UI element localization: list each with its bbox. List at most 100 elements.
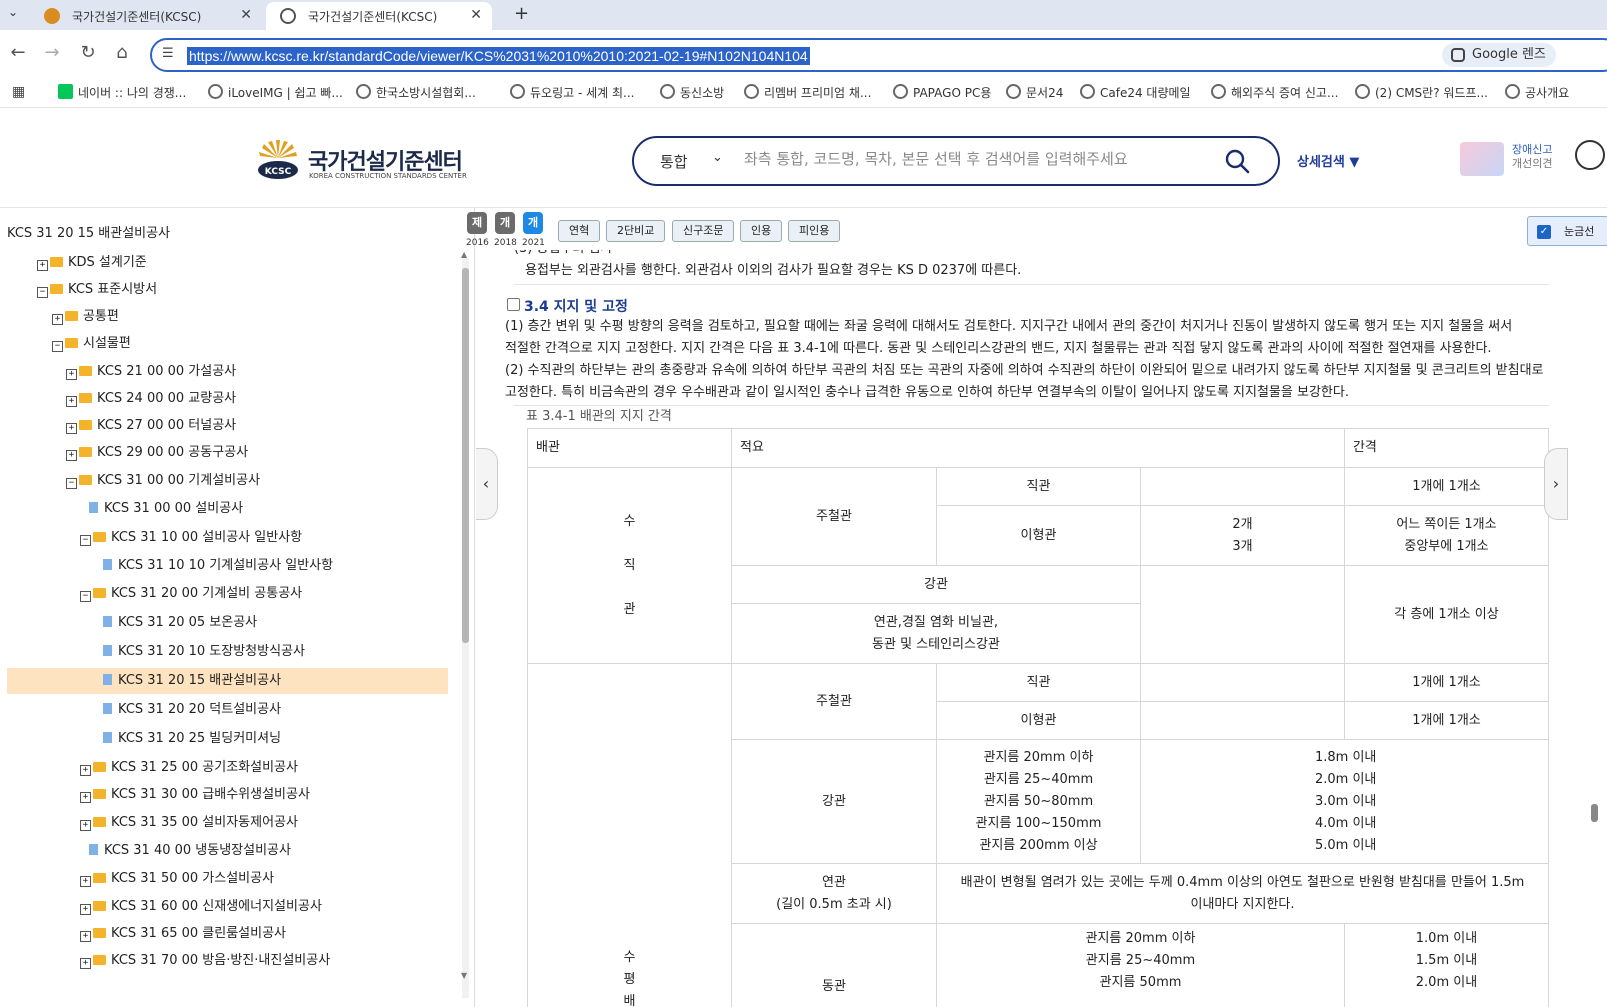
gridline-toggle[interactable]: ✓ 눈금선 [1527, 216, 1607, 246]
close-tab-icon[interactable]: ✕ [240, 7, 252, 23]
apps-grid-icon[interactable]: ▦ [12, 84, 25, 100]
expand-icon[interactable]: + [80, 876, 91, 887]
collapse-icon[interactable]: − [80, 535, 91, 546]
expand-icon[interactable]: + [80, 931, 91, 942]
url-text[interactable]: https://www.kcsc.re.kr/standardCode/view… [187, 47, 810, 65]
kcsc-logo-icon[interactable]: KCSC [256, 140, 300, 180]
browser-tab-1[interactable]: 국가건설기준센터(KCSC) ✕ [30, 2, 262, 30]
bookmark-item[interactable]: 한국소방시설협회... [356, 84, 476, 101]
site-header: KCSC 국가건설기준센터 KOREA CONSTRUCTION STANDAR… [0, 108, 1607, 208]
content-scroll-thumb[interactable] [1591, 804, 1598, 822]
bookmark-item[interactable]: 해외주식 증여 신고... [1211, 84, 1338, 101]
tree-item[interactable]: KCS 31 20 05 보온공사 [7, 610, 448, 636]
tree-item[interactable]: + KCS 31 50 00 가스설비공사 [7, 866, 448, 892]
expand-icon[interactable]: + [66, 423, 77, 434]
tree-item[interactable]: + KDS 설계기준 [7, 250, 448, 276]
expand-icon[interactable]: + [80, 765, 91, 776]
search-icon[interactable] [1224, 148, 1250, 174]
tab-list-chevron-icon[interactable]: ⌄ [8, 5, 18, 19]
tree-item[interactable]: + KCS 29 00 00 공동구공사 [7, 440, 448, 466]
bookmark-item[interactable]: PAPAGO PC용 [893, 84, 991, 101]
tree-item[interactable]: + KCS 31 30 00 급배수위생설비공사 [7, 782, 448, 808]
site-info-icon[interactable]: ☰ [162, 46, 174, 61]
back-icon[interactable]: ← [6, 42, 30, 63]
expand-icon[interactable]: + [37, 260, 48, 271]
reload-icon[interactable]: ↻ [76, 42, 100, 63]
toolbar-button[interactable]: 신구조문 [672, 220, 735, 242]
tree-item[interactable]: + KCS 27 00 00 터널공사 [7, 413, 448, 439]
tree-item[interactable]: KCS 31 10 10 기계설비공사 일반사항 [7, 553, 448, 579]
tree-item[interactable]: KCS 31 20 15 배관설비공사 [7, 668, 448, 694]
toolbar-button[interactable]: 2단비교 [606, 220, 666, 242]
expand-icon[interactable]: + [80, 958, 91, 969]
version-badge[interactable]: 개 [523, 212, 543, 234]
gridline-label: 눈금선 [1564, 225, 1595, 238]
bookmark-item[interactable]: iLoveIMG | 쉽고 빠... [208, 84, 343, 101]
expand-icon[interactable]: + [66, 396, 77, 407]
tree-item[interactable]: − KCS 31 00 00 기계설비공사 [7, 468, 448, 494]
new-tab-icon[interactable]: + [514, 3, 529, 24]
collapse-icon[interactable]: − [52, 341, 63, 352]
tree-item[interactable]: KCS 31 40 00 냉동냉장설비공사 [7, 838, 448, 864]
toolbar-button[interactable]: 인용 [740, 220, 783, 242]
tree-item[interactable]: + KCS 31 70 00 방음·방진·내진설비공사 [7, 948, 448, 974]
tree-item[interactable]: + 공통편 [7, 304, 448, 330]
expand-icon[interactable]: + [66, 450, 77, 461]
collapse-icon[interactable]: − [80, 591, 91, 602]
tree-item[interactable]: − 시설물편 [7, 331, 448, 357]
search-scope-select[interactable]: 통합 [660, 151, 688, 172]
toolbar-button[interactable]: 피인용 [788, 220, 841, 242]
search-input[interactable] [744, 150, 1214, 168]
expand-icon[interactable]: + [80, 904, 91, 915]
bookmark-item[interactable]: 네이버 :: 나의 경쟁... [58, 84, 186, 101]
forward-icon[interactable]: → [40, 42, 64, 63]
tree-item[interactable]: KCS 31 20 25 빌딩커미셔닝 [7, 726, 448, 752]
sidebar-scroll-thumb[interactable] [462, 268, 469, 643]
expand-icon[interactable]: + [66, 369, 77, 380]
tree-item[interactable]: + KCS 31 25 00 공기조화설비공사 [7, 755, 448, 781]
tree-item[interactable]: + KCS 31 35 00 설비자동제어공사 [7, 810, 448, 836]
checkbox-checked-icon[interactable]: ✓ [1537, 225, 1551, 239]
close-tab-icon[interactable]: ✕ [470, 7, 482, 23]
bookmark-item[interactable]: Cafe24 대량메일 [1080, 84, 1191, 101]
tree-item[interactable]: + KCS 24 00 00 교량공사 [7, 386, 448, 412]
bookmark-item[interactable]: 공사개요 [1505, 84, 1569, 101]
tree-item[interactable]: + KCS 31 65 00 클린룸설비공사 [7, 921, 448, 947]
google-lens-button[interactable]: Google 렌즈 [1442, 43, 1556, 67]
toolbar-button[interactable]: 연혁 [558, 220, 601, 242]
advanced-search-link[interactable]: 상세검색 ▼ [1297, 151, 1359, 170]
expand-icon[interactable]: + [80, 792, 91, 803]
expand-icon[interactable]: + [80, 820, 91, 831]
tree-item[interactable]: + KCS 21 00 00 가설공사 [7, 359, 448, 385]
user-icon[interactable] [1575, 140, 1605, 170]
tree-item[interactable]: − KCS 31 20 00 기계설비 공통공사 [7, 581, 448, 607]
tree-item[interactable]: − KCS 표준시방서 [7, 277, 448, 303]
tree-item[interactable]: + KCS 31 60 00 신재생에너지설비공사 [7, 894, 448, 920]
version-badge[interactable]: 개 [495, 212, 515, 234]
scroll-up-arrow-icon[interactable]: ▲ [461, 250, 467, 259]
tree-item[interactable]: KCS 31 20 10 도장방청방식공사 [7, 639, 448, 665]
expand-icon[interactable]: + [52, 314, 63, 325]
section-checkbox[interactable] [507, 298, 520, 311]
bookmark-item[interactable]: 문서24 [1006, 84, 1063, 101]
address-bar[interactable]: ☰ https://www.kcsc.re.kr/standardCode/vi… [150, 38, 1607, 72]
version-badge[interactable]: 제 [467, 212, 487, 234]
scroll-down-arrow-icon[interactable]: ▼ [461, 971, 467, 980]
bookmark-item[interactable]: 리멤버 프리미엄 채... [744, 84, 871, 101]
bookmark-item[interactable]: 동신소방 [660, 84, 724, 101]
tree-item[interactable]: KCS 31 00 00 설비공사 [7, 496, 448, 522]
tree-item[interactable]: − KCS 31 10 00 설비공사 일반사항 [7, 525, 448, 551]
chevron-down-icon[interactable]: ⌄ [712, 150, 723, 165]
sidebar-scrollbar[interactable] [462, 258, 469, 998]
collapse-icon[interactable]: − [66, 478, 77, 489]
report-feedback-link[interactable]: 장애신고 개선의견 [1460, 140, 1568, 180]
tree-item[interactable]: KCS 31 20 20 덕트설비공사 [7, 697, 448, 723]
next-page-button[interactable]: › [1544, 448, 1568, 520]
cell: 관지름 20mm 이하 관지름 25~40mm 관지름 50mm [935, 923, 1345, 1007]
home-icon[interactable]: ⌂ [110, 42, 134, 63]
collapse-icon[interactable]: − [37, 287, 48, 298]
bookmark-item[interactable]: (2) CMS란? 워드프... [1355, 84, 1488, 101]
browser-tab-2[interactable]: 국가건설기준센터(KCSC) ✕ [266, 2, 492, 30]
prev-page-button[interactable]: ‹ [476, 448, 498, 520]
bookmark-item[interactable]: 듀오링고 - 세계 최... [510, 84, 635, 101]
